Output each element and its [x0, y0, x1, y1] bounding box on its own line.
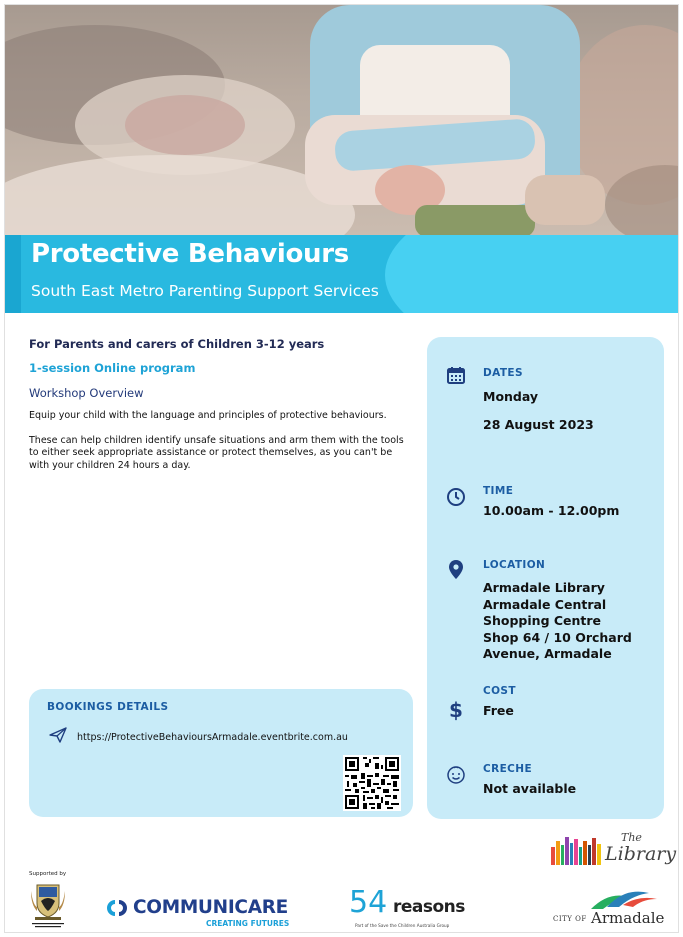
armadale-city-of: CITY OF — [553, 915, 587, 923]
city-of-armadale-logo: CITY OF Armadale — [553, 887, 673, 932]
dates-day: Monday — [483, 389, 539, 404]
location-label: LOCATION — [483, 559, 546, 571]
location-line: Armadale Library — [483, 580, 605, 595]
communicare-tagline: CREATING FUTURES — [206, 919, 290, 928]
hero-photo — [5, 5, 678, 237]
intro-section: For Parents and carers of Children 3-12 … — [29, 337, 409, 484]
cost-value: Free — [483, 703, 514, 718]
54-reasons-logo: 54 reasons Part of the Save the Children… — [349, 885, 479, 932]
page-subtitle: South East Metro Parenting Support Servi… — [31, 282, 379, 300]
location-line: Avenue, Armadale — [483, 646, 612, 661]
title-banner: Protective Behaviours South East Metro P… — [5, 235, 678, 313]
time-value: 10.00am - 12.00pm — [483, 503, 620, 518]
calendar-icon — [445, 365, 467, 387]
communicare-name: COMMUNICARE — [133, 897, 288, 918]
program-heading: 1-session Online program — [29, 361, 196, 375]
overview-paragraph: Equip your child with the language and p… — [29, 410, 387, 421]
clock-icon — [445, 487, 467, 509]
government-crest-logo — [29, 881, 67, 931]
location-line: Shop 64 / 10 Orchard — [483, 629, 632, 645]
bookings-panel: BOOKINGS DETAILS https://ProtectiveBehav… — [29, 689, 413, 817]
flyer-page: Protective Behaviours South East Metro P… — [4, 4, 679, 933]
send-icon — [49, 727, 67, 747]
reasons-word: reasons — [393, 897, 465, 917]
overview-heading: Workshop Overview — [29, 386, 144, 400]
supported-by-label: Supported by — [29, 871, 67, 877]
location-line: Shopping Centre — [483, 613, 602, 628]
event-details-panel: DATES Monday 28 August 2023 TIME 10.00am… — [427, 337, 664, 819]
qr-code[interactable] — [343, 755, 401, 811]
overview-paragraph: These can help children identify unsafe … — [29, 434, 404, 471]
cost-label: COST — [483, 685, 516, 697]
time-label: TIME — [483, 485, 514, 497]
armadale-name: Armadale — [591, 909, 665, 927]
dates-label: DATES — [483, 367, 523, 379]
page-title: Protective Behaviours — [31, 239, 349, 269]
location-line: Armadale Central — [483, 596, 607, 612]
communicare-logo: COMMUNICARE CREATING FUTURES — [103, 895, 303, 931]
reasons-number: 54 — [349, 885, 388, 920]
dates-date: 28 August 2023 — [483, 417, 594, 432]
creche-label: CRECHE — [483, 763, 533, 775]
location-pin-icon — [445, 559, 467, 581]
creche-value: Not available — [483, 781, 577, 796]
bookings-link[interactable]: https://ProtectiveBehavioursArmadale.eve… — [77, 732, 348, 743]
reasons-tagline: Part of the Save the Children Australia … — [355, 923, 450, 928]
audience-heading: For Parents and carers of Children 3-12 … — [29, 337, 325, 351]
the-library-logo: The Library — [551, 831, 676, 875]
dollar-icon: $ — [449, 698, 463, 722]
smiley-icon — [445, 765, 467, 787]
library-word: Library — [605, 843, 677, 865]
bookings-title: BOOKINGS DETAILS — [47, 701, 169, 713]
